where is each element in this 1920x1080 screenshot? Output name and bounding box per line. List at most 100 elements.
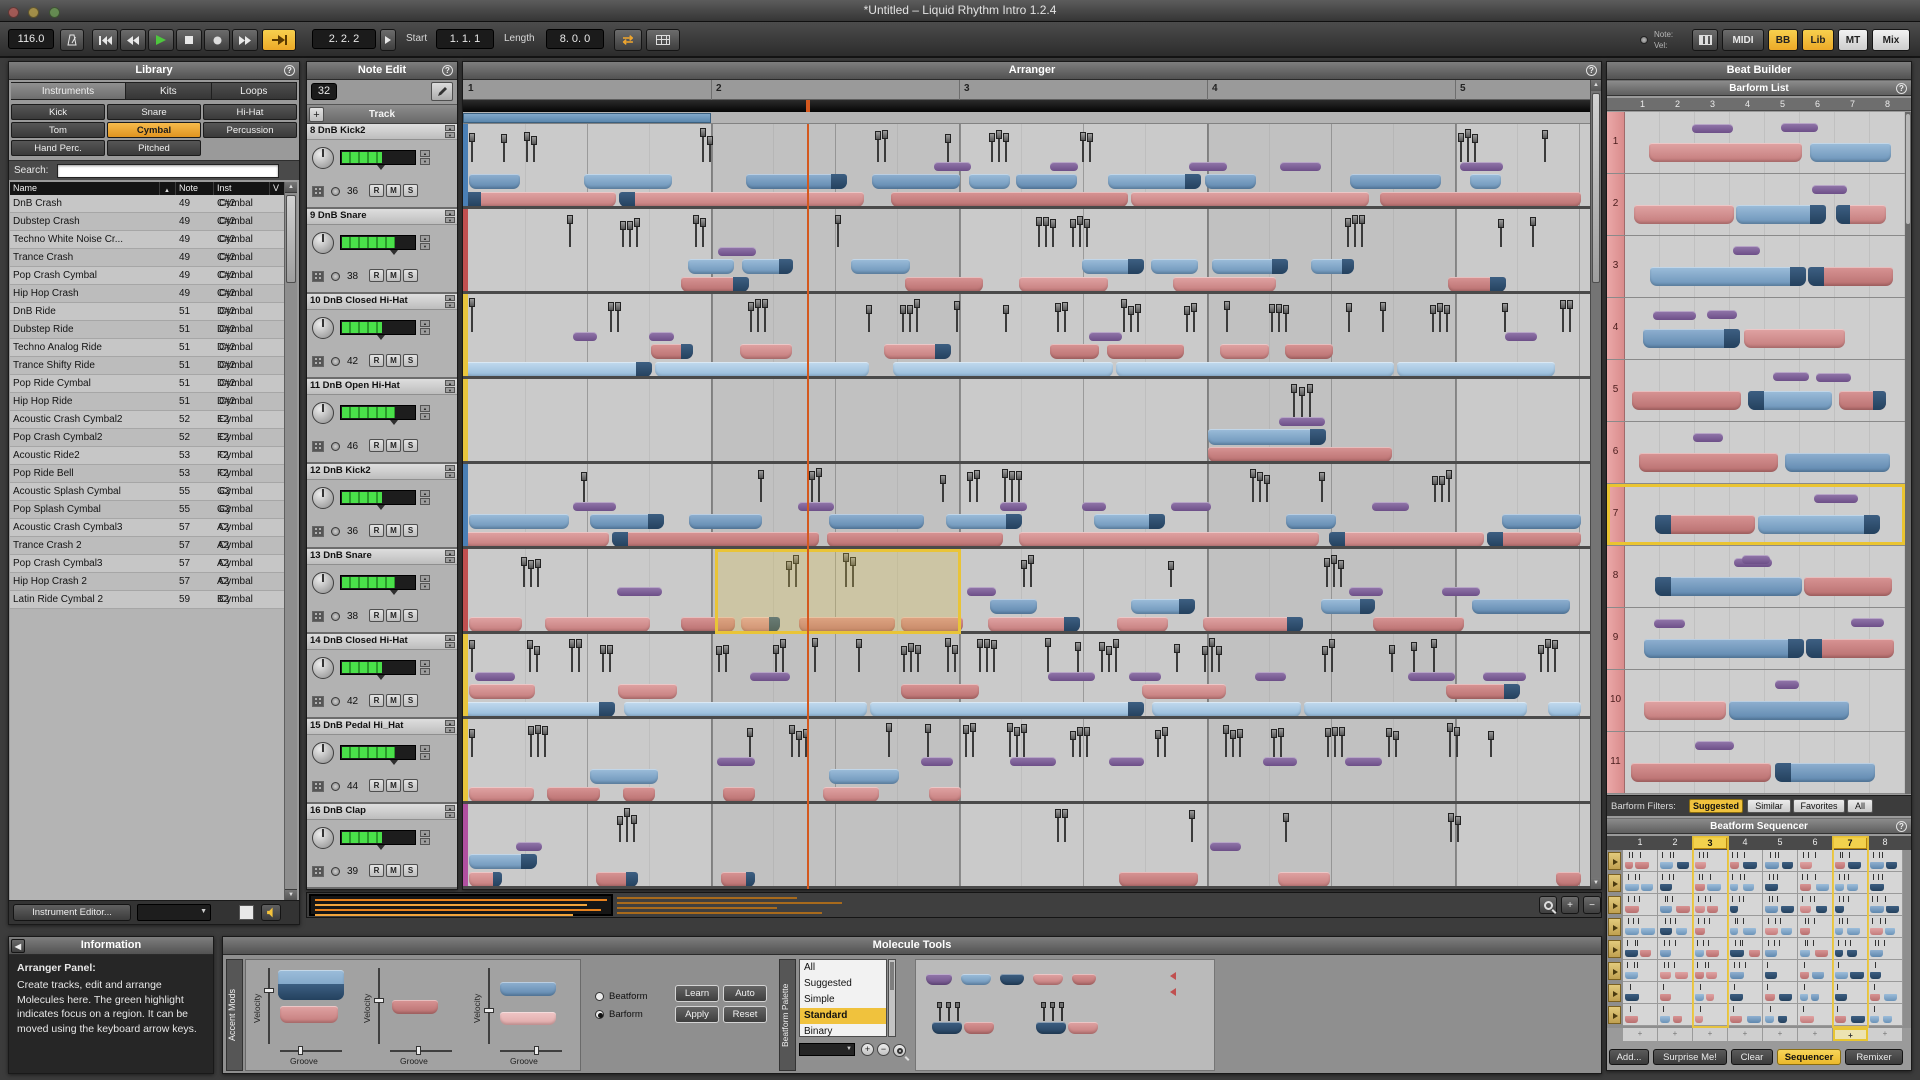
note-molecule[interactable] <box>1448 277 1506 292</box>
accent-molecule[interactable] <box>717 757 755 766</box>
library-row[interactable]: Acoustic Crash Cymbal252E2Cymbal <box>10 411 285 429</box>
velocity-stem-cap[interactable] <box>1223 725 1229 734</box>
velocity-stem[interactable] <box>916 307 918 332</box>
velocity-stem[interactable] <box>757 307 759 332</box>
sequencer-cell[interactable] <box>1658 1004 1693 1026</box>
track-led[interactable] <box>331 782 340 791</box>
velocity-stem[interactable] <box>1057 817 1059 842</box>
velocity-stem-cap[interactable] <box>1189 810 1195 819</box>
note-molecule[interactable] <box>469 787 534 802</box>
note-molecule[interactable] <box>988 617 1080 632</box>
button-clear[interactable]: Clear <box>1731 1049 1773 1065</box>
accent-molecule[interactable] <box>573 332 596 341</box>
velocity-stem[interactable] <box>1341 735 1343 757</box>
grid-icon[interactable] <box>312 526 324 537</box>
velocity-stem-cap[interactable] <box>1567 300 1573 309</box>
velocity-slider[interactable] <box>378 968 380 1044</box>
track-up-button[interactable]: ▲ <box>445 465 455 471</box>
velocity-stem-cap[interactable] <box>700 128 706 137</box>
accent-molecule[interactable] <box>1408 672 1455 681</box>
track-level-meter[interactable] <box>340 830 416 845</box>
velocity-stem[interactable] <box>1285 313 1287 332</box>
velocity-stem-cap[interactable] <box>534 646 540 655</box>
sequencer-cell[interactable] <box>1868 960 1903 982</box>
velocity-stem[interactable] <box>1064 310 1066 332</box>
barform-row[interactable]: 7 <box>1607 484 1905 546</box>
note-molecule[interactable] <box>905 277 983 292</box>
velocity-stem-cap[interactable] <box>907 305 913 314</box>
sequencer-cell[interactable] <box>1623 850 1658 872</box>
accent-molecule[interactable] <box>1263 757 1297 766</box>
velocity-stem[interactable] <box>537 567 539 587</box>
sequencer-cell[interactable] <box>1763 916 1798 938</box>
mini-molecule[interactable] <box>1625 1016 1638 1023</box>
note-molecule[interactable] <box>827 532 1002 547</box>
radio-beatform[interactable]: Beatform <box>595 989 671 1005</box>
library-row[interactable]: Pop Splash Cymbal55G2Cymbal <box>10 501 285 519</box>
sequencer-cell[interactable] <box>1728 894 1763 916</box>
track-down-button[interactable]: ▼ <box>445 387 455 393</box>
velocity-stem[interactable] <box>1547 647 1549 672</box>
velocity-stem-cap[interactable] <box>1432 476 1438 485</box>
track-name-bar[interactable]: 9 DnB Snare▲▼ <box>307 209 457 225</box>
velocity-stem-cap[interactable] <box>963 725 969 734</box>
velocity-stem[interactable] <box>1413 650 1415 672</box>
sequencer-cell[interactable] <box>1868 850 1903 872</box>
stop-button[interactable] <box>176 29 202 51</box>
barform-molecule[interactable] <box>1806 639 1894 658</box>
mini-molecule[interactable] <box>1660 884 1672 891</box>
mini-molecule[interactable] <box>1800 862 1812 869</box>
velocity-stem[interactable] <box>998 138 1000 162</box>
sequencer-cell[interactable] <box>1868 982 1903 1004</box>
velocity-stem[interactable] <box>1504 311 1506 332</box>
velocity-stem-cap[interactable] <box>1283 305 1289 314</box>
note-molecule[interactable] <box>1050 344 1099 359</box>
velocity-stem[interactable] <box>1176 652 1178 672</box>
sequencer-cell[interactable] <box>1658 850 1693 872</box>
velocity-stem[interactable] <box>695 223 697 247</box>
velocity-stem-cap[interactable] <box>1444 305 1450 314</box>
velocity-stem[interactable] <box>993 648 995 672</box>
velocity-stem-cap[interactable] <box>1113 639 1119 648</box>
r-button[interactable]: R <box>369 864 384 877</box>
velocity-stem[interactable] <box>702 226 704 247</box>
grid-icon[interactable] <box>312 356 324 367</box>
mini-molecule[interactable] <box>1850 972 1864 979</box>
velocity-stem-cap[interactable] <box>1271 729 1277 738</box>
velocity-stem-cap[interactable] <box>1430 305 1436 314</box>
s-button[interactable]: S <box>403 269 418 282</box>
velocity-stem[interactable] <box>1005 141 1007 162</box>
velocity-stem-cap[interactable] <box>693 215 699 224</box>
instrument-editor-button[interactable]: Instrument Editor... <box>13 904 131 921</box>
m-button[interactable]: M <box>386 779 401 792</box>
track-knob[interactable] <box>312 742 334 764</box>
velocity-stem-cap[interactable] <box>1062 302 1068 311</box>
midi-button[interactable]: MIDI <box>1722 29 1764 51</box>
barform-molecule[interactable] <box>1650 267 1807 286</box>
track-level-meter[interactable] <box>340 405 416 420</box>
velocity-stem-cap[interactable] <box>1162 727 1168 736</box>
velocity-stem-cap[interactable] <box>1439 476 1445 485</box>
note-molecule[interactable] <box>689 514 762 529</box>
sequencer-cell[interactable] <box>1728 960 1763 982</box>
velocity-stem-cap[interactable] <box>908 643 914 652</box>
column-header-inst[interactable]: Inst <box>214 182 270 195</box>
velocity-stem-cap[interactable] <box>1446 470 1452 479</box>
track-up-button[interactable]: ▲ <box>445 380 455 386</box>
velocity-stem[interactable] <box>1191 818 1193 842</box>
velocity-stem[interactable] <box>791 733 793 757</box>
velocity-stem[interactable] <box>471 737 473 757</box>
loop-toggle-button[interactable]: ⇄ <box>614 29 642 51</box>
note-molecule[interactable] <box>584 174 672 189</box>
mini-molecule[interactable] <box>1695 972 1704 979</box>
palette-search-button[interactable] <box>893 1044 906 1057</box>
velocity-stem-cap[interactable] <box>1386 728 1392 737</box>
velocity-stem[interactable] <box>750 310 752 332</box>
note-molecule[interactable] <box>469 514 569 529</box>
palette-add-button[interactable]: + <box>861 1043 874 1056</box>
velocity-stem-cap[interactable] <box>631 815 637 824</box>
velocity-stem[interactable] <box>709 144 711 162</box>
sequencer-cell[interactable] <box>1693 982 1728 1004</box>
velocity-stem-cap[interactable] <box>945 134 951 143</box>
track-led[interactable] <box>331 612 340 621</box>
